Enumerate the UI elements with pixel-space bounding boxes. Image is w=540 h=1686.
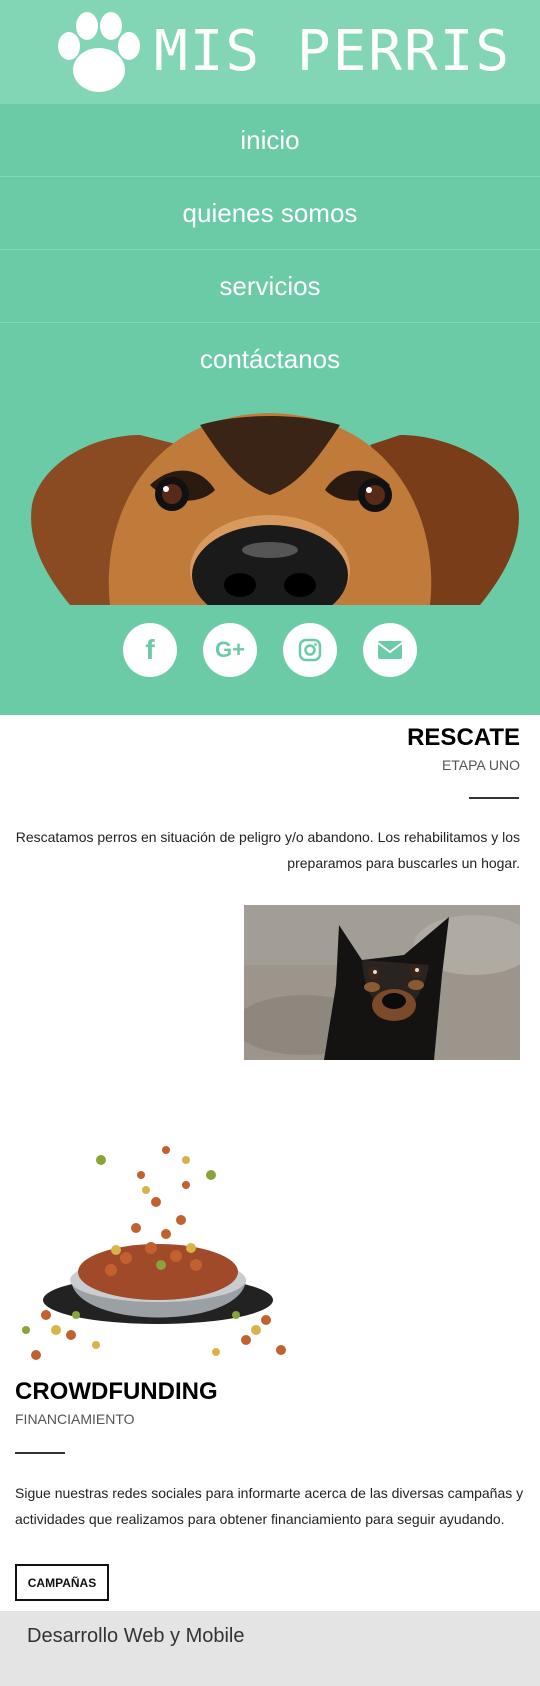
rescate-text-line-2: preparamos para buscarles un hogar. bbox=[287, 855, 520, 871]
campanas-button[interactable]: CAMPAÑAS bbox=[15, 1564, 109, 1601]
envelope-glyph bbox=[377, 641, 403, 659]
facebook-glyph: f bbox=[145, 634, 155, 665]
facebook-icon[interactable]: f bbox=[123, 623, 177, 677]
nav-item-servicios[interactable]: servicios bbox=[0, 249, 540, 322]
footer-text: Desarrollo Web y Mobile bbox=[27, 1625, 245, 1647]
social-links: f G+ bbox=[0, 623, 540, 679]
site-title: MIS PERRIS bbox=[154, 19, 512, 84]
instagram-icon[interactable] bbox=[283, 623, 337, 677]
paw-icon bbox=[58, 12, 140, 92]
main-nav: inicio quienes somos servicios contáctan… bbox=[0, 103, 540, 395]
google-plus-icon[interactable]: G+ bbox=[203, 623, 257, 677]
crowdfunding-divider bbox=[15, 1452, 65, 1454]
crowdfunding-text-line-2: actividades que realizamos para obtener … bbox=[15, 1511, 505, 1527]
crowdfunding-text-line-1: Sigue nuestras redes sociales para infor… bbox=[15, 1485, 524, 1501]
dog-food-image bbox=[16, 1130, 300, 1372]
rescate-text: Rescatamos perros en situación de peligr… bbox=[15, 824, 520, 876]
instagram-glyph bbox=[298, 638, 322, 662]
nav-item-inicio[interactable]: inicio bbox=[0, 103, 540, 176]
google-plus-glyph: G+ bbox=[215, 637, 245, 662]
crowdfunding-text: Sigue nuestras redes sociales para infor… bbox=[15, 1480, 535, 1532]
hero-dog-image bbox=[31, 413, 519, 605]
email-icon[interactable] bbox=[363, 623, 417, 677]
rescate-subtitle: ETAPA UNO bbox=[441, 757, 520, 773]
crowdfunding-title: CROWDFUNDING bbox=[15, 1378, 218, 1405]
site-header: MIS PERRIS bbox=[0, 0, 540, 103]
nav-item-contactanos[interactable]: contáctanos bbox=[0, 322, 540, 395]
rescate-title: RESCATE bbox=[407, 724, 520, 751]
nav-item-quienes-somos[interactable]: quienes somos bbox=[0, 176, 540, 249]
site-footer: Desarrollo Web y Mobile bbox=[0, 1611, 540, 1686]
rescate-dog-image bbox=[244, 905, 520, 1060]
hero-banner: f G+ bbox=[0, 395, 540, 715]
rescate-text-line-1: Rescatamos perros en situación de peligr… bbox=[15, 829, 520, 845]
rescate-divider bbox=[469, 797, 519, 799]
crowdfunding-subtitle: FINANCIAMIENTO bbox=[15, 1411, 135, 1427]
